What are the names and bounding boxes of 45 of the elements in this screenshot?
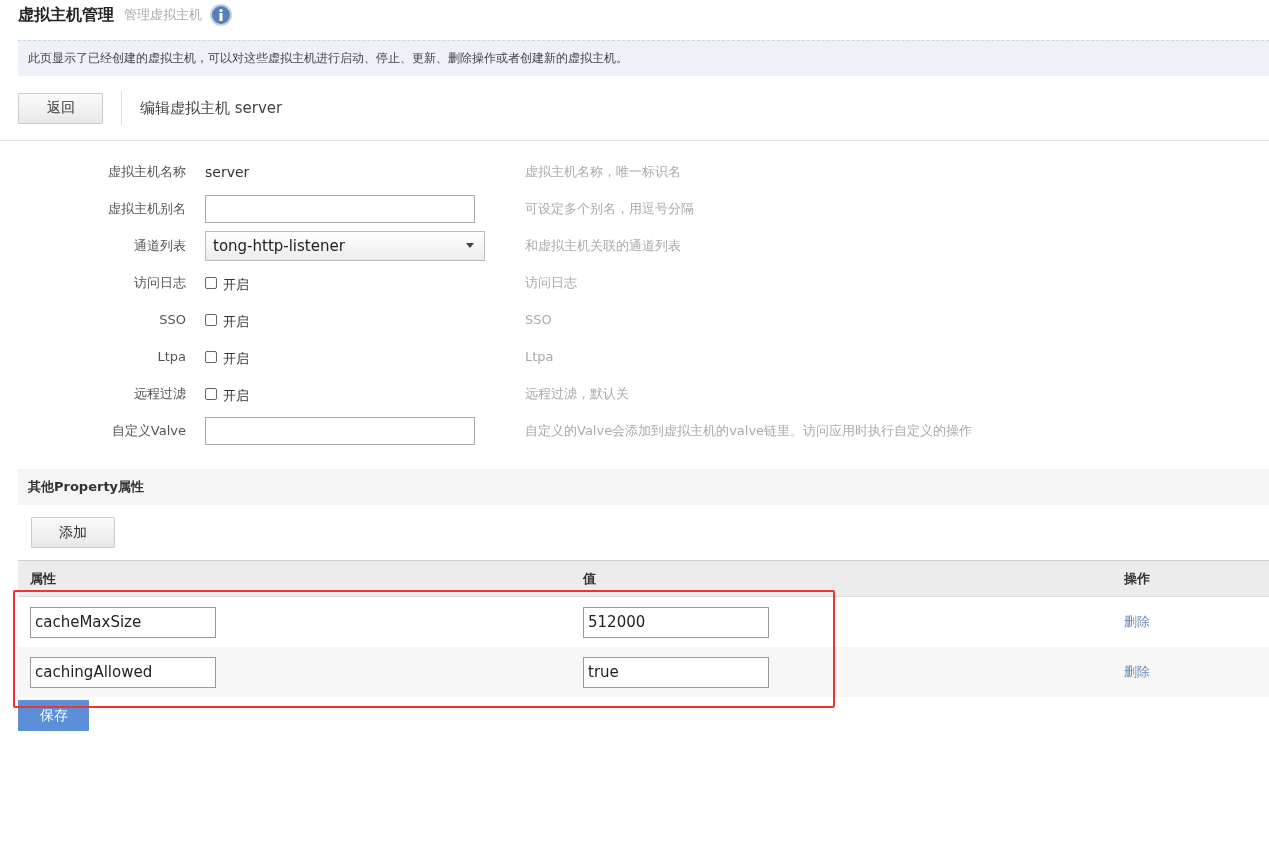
field-label: 虚拟主机名称 bbox=[107, 162, 186, 181]
checkbox-label: 开启 bbox=[223, 349, 249, 368]
field-label: 远程过滤 bbox=[133, 384, 186, 403]
checkbox-label: 开启 bbox=[223, 312, 249, 331]
page-subtitle: 管理虚拟主机 bbox=[124, 6, 202, 24]
column-header: 操作 bbox=[1124, 569, 1151, 588]
info-bar: 此页显示了已经创建的虚拟主机，可以对这些虚拟主机进行启动、停止、更新、删除操作或者创建新的虚拟主机。 bbox=[18, 40, 1269, 76]
edit-heading: 编辑虚拟主机 server bbox=[140, 98, 283, 118]
add-button[interactable]: 添加 bbox=[31, 517, 115, 548]
column-header: 值 bbox=[583, 569, 597, 588]
field-value: server bbox=[205, 163, 250, 180]
checkbox[interactable] bbox=[205, 313, 217, 326]
field-hint: 自定义的Valve会添加到虚拟主机的valve链里。访问应用时执行自定义的操作 bbox=[525, 421, 973, 440]
checkbox[interactable] bbox=[205, 350, 217, 363]
checkbox-label: 开启 bbox=[223, 386, 249, 405]
property-value-field[interactable]: 512000 bbox=[583, 606, 769, 638]
field-hint: 和虚拟主机关联的通道列表 bbox=[525, 236, 681, 255]
field-label: 自定义Valve bbox=[110, 421, 186, 440]
dropdown[interactable]: tong-http-listener bbox=[205, 230, 485, 261]
field-hint: 可设定多个别名，用逗号分隔 bbox=[525, 199, 694, 218]
input-field[interactable] bbox=[205, 194, 475, 223]
info-icon[interactable] bbox=[210, 4, 232, 26]
field-hint: 远程过滤，默认关 bbox=[525, 384, 629, 403]
checkbox[interactable] bbox=[205, 276, 217, 289]
field-label: 访问日志 bbox=[133, 273, 186, 292]
delete-link[interactable]: 删除 bbox=[1124, 664, 1150, 679]
field-hint: 访问日志 bbox=[525, 273, 577, 292]
column-header: 属性 bbox=[30, 569, 57, 588]
field-hint: Ltpa bbox=[525, 349, 554, 364]
delete-link[interactable]: 删除 bbox=[1124, 614, 1150, 629]
property-name-field[interactable]: cacheMaxSize bbox=[30, 606, 216, 638]
field-label: SSO bbox=[158, 312, 186, 327]
section-header: 其他Property属性 bbox=[18, 469, 1269, 505]
property-value-field[interactable]: true bbox=[583, 656, 769, 688]
field-label: Ltpa bbox=[156, 349, 186, 364]
back-button[interactable]: 返回 bbox=[18, 92, 103, 124]
caret-icon bbox=[466, 243, 474, 248]
checkbox[interactable] bbox=[205, 387, 217, 400]
page-title: 虚拟主机管理 bbox=[18, 4, 114, 26]
input-field[interactable] bbox=[205, 416, 475, 445]
property-name-field[interactable]: cachingAllowed bbox=[30, 656, 216, 688]
field-hint: SSO bbox=[525, 312, 552, 327]
checkbox-label: 开启 bbox=[223, 275, 249, 294]
field-label: 通道列表 bbox=[133, 236, 186, 255]
field-label: 虚拟主机别名 bbox=[107, 199, 186, 218]
